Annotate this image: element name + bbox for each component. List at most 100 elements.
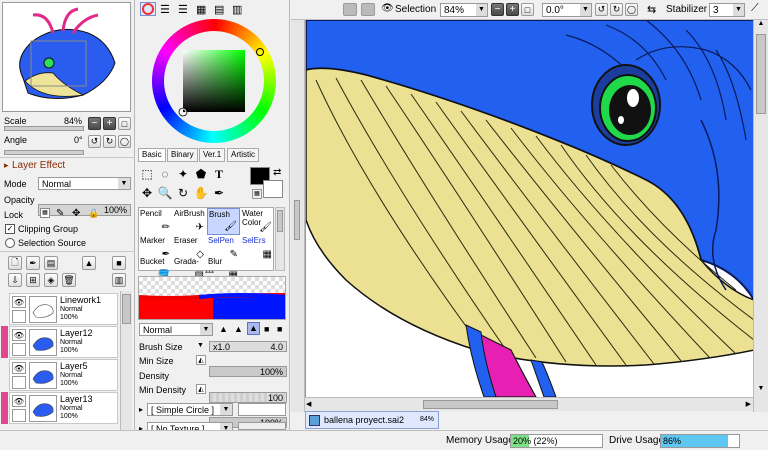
swatches-mode-icon[interactable]: ▦ — [196, 3, 206, 16]
hardness-1-icon[interactable]: ▲ — [219, 324, 228, 334]
layer-select-box[interactable] — [12, 409, 26, 422]
zoom-in-button[interactable]: + — [506, 3, 519, 16]
scroll-right-icon[interactable]: ▶ — [746, 400, 751, 408]
toolbar-blank-button[interactable] — [361, 3, 375, 16]
scratchpad-mode-icon[interactable]: ▤ — [214, 3, 224, 16]
lock-paint-icon[interactable]: ✎ — [56, 208, 64, 219]
hardness-3-icon[interactable]: ▲ — [247, 322, 260, 335]
hardness-2-icon[interactable]: ▲ — [234, 324, 243, 334]
layer-visibility-eye-icon[interactable]: 👁 — [12, 296, 26, 308]
layer-scroll-thumb[interactable] — [122, 294, 131, 324]
shape-icon[interactable]: ⬟ — [193, 166, 209, 182]
color-tab-ver-1[interactable]: Ver.1 — [199, 148, 226, 162]
lock-transparency-icon[interactable]: ▦ — [40, 208, 50, 218]
clipping-group-label[interactable]: Clipping Group — [18, 224, 78, 234]
rotate-right-icon[interactable]: ↻ — [610, 3, 623, 16]
opacity-slider[interactable]: 100% — [38, 204, 131, 216]
scroll-down-icon[interactable]: ▼ — [756, 385, 766, 397]
clear-layer-icon[interactable]: ◈ — [44, 273, 58, 287]
brush-brush[interactable]: Brush 🖌 — [207, 208, 240, 235]
color-wheel-mode-icon[interactable] — [140, 2, 156, 16]
hsv-slider-mode-icon[interactable]: ☰ — [178, 3, 188, 16]
rotation-select[interactable]: 0.0° ▼ — [542, 3, 592, 17]
toolbar-blank-button[interactable] — [343, 3, 357, 16]
clipping-group-checkbox[interactable]: ✓ — [5, 224, 15, 234]
zoom-reset-button[interactable]: □ — [118, 117, 131, 130]
brush-water-color[interactable]: Water Color 🖌 — [241, 208, 274, 235]
new-linework-icon[interactable]: ✒ — [26, 256, 40, 270]
shape-expand-icon[interactable]: ▸ — [139, 405, 143, 414]
zoom-icon[interactable]: 🔍 — [157, 185, 173, 201]
mixer-mode-icon[interactable]: ▥ — [232, 3, 242, 16]
layer-mask-icon[interactable]: ▲ — [82, 256, 96, 270]
selection-source-label[interactable]: Selection Source — [18, 238, 86, 248]
zoom-reset-button[interactable]: □ — [521, 3, 534, 16]
magic-wand-icon[interactable]: ✦ — [175, 166, 191, 182]
navigator-preview[interactable] — [2, 2, 131, 112]
document-tab[interactable]: ballena proyect.sai2 84% — [305, 411, 439, 429]
color-tab-artistic[interactable]: Artistic — [227, 148, 259, 162]
layer-visibility-eye-icon[interactable]: 👁 — [12, 395, 26, 407]
brush-selers[interactable]: SelErs ▦ — [241, 235, 274, 262]
layer-visibility-eye-icon[interactable]: 👁 — [12, 329, 26, 341]
scroll-up-icon[interactable]: ▲ — [756, 20, 766, 32]
rotate-right-icon[interactable]: ↻ — [103, 135, 116, 148]
vertical-scroll-thumb[interactable] — [756, 34, 766, 114]
lasso-icon[interactable]: ◌ — [157, 166, 173, 182]
selection-source-checkbox[interactable] — [5, 238, 15, 248]
layer-row[interactable]: 👁 Layer5 Normal 100% — [9, 359, 118, 391]
select-rect-icon[interactable]: ⬚ — [139, 166, 155, 182]
color-tab-binary[interactable]: Binary — [167, 148, 198, 162]
new-folder-icon[interactable]: ▤ — [44, 256, 58, 270]
lock-all-icon[interactable]: 🔒 — [88, 208, 99, 219]
brush-shape-select[interactable]: [ Simple Circle ] ▼ — [147, 403, 233, 416]
layer-effect-title[interactable]: Layer Effect — [12, 160, 65, 171]
drawing-canvas[interactable] — [305, 20, 753, 397]
brush-mode-select[interactable]: Normal ▼ — [139, 323, 213, 336]
add-icon[interactable]: ⊞ — [26, 273, 40, 287]
mode-select[interactable]: Normal ▼ — [38, 177, 131, 190]
rotate-reset-icon[interactable]: ◯ — [625, 3, 638, 16]
rotate-tool-icon[interactable]: ↻ — [175, 185, 191, 201]
layer-visibility-eye-icon[interactable]: 👁 — [12, 362, 26, 374]
brush-shape-strength[interactable] — [238, 403, 286, 416]
scale-slider[interactable] — [4, 126, 84, 131]
stabilizer-select[interactable]: 3 ▼ — [709, 3, 745, 17]
layer-row[interactable]: 👁 Linework1 Normal 100% — [9, 293, 118, 325]
lock-move-icon[interactable]: ✥ — [72, 208, 80, 219]
zoom-out-button[interactable]: − — [88, 117, 101, 130]
layer-list-scrollbar[interactable] — [120, 291, 132, 430]
panel-splitter[interactable] — [291, 20, 305, 412]
pen-pressure-icon[interactable]: ⟋ — [751, 2, 759, 15]
new-layer-icon[interactable]: 🗋 — [8, 256, 22, 270]
density-slider[interactable]: 100 — [209, 392, 287, 403]
selection-label[interactable]: Selection — [395, 4, 436, 15]
rotate-reset-icon[interactable]: ◯ — [118, 135, 131, 148]
horizontal-scroll-thumb[interactable] — [423, 400, 558, 409]
brush-texture-strength[interactable] — [238, 422, 286, 430]
rotate-left-icon[interactable]: ↺ — [88, 135, 101, 148]
transparent-color-icon[interactable]: ▦ — [252, 189, 262, 199]
min-density-pressure-icon[interactable]: ◭ — [196, 384, 206, 394]
hardness-5-icon[interactable]: ■ — [277, 324, 282, 334]
brush-grid-scrollbar[interactable] — [275, 207, 285, 271]
layer-effect-arrow-icon[interactable]: ▸ — [4, 160, 9, 171]
move-icon[interactable]: ✥ — [139, 185, 155, 201]
layer-select-box[interactable] — [12, 310, 26, 323]
layer-select-box[interactable] — [12, 343, 26, 356]
eyedropper-icon[interactable]: ✒ — [211, 185, 227, 201]
layer-row[interactable]: 👁 Layer12 Normal 100% — [9, 326, 118, 358]
zoom-in-button[interactable]: + — [103, 117, 116, 130]
color-tab-basic[interactable]: Basic — [138, 148, 166, 162]
layer-props-icon[interactable]: ■ — [112, 256, 126, 270]
rotate-left-icon[interactable]: ↺ — [595, 3, 608, 16]
merge-down-icon[interactable]: ⇩ — [8, 273, 22, 287]
eye-icon[interactable]: 👁 — [381, 3, 394, 14]
hand-icon[interactable]: ✋ — [193, 185, 209, 201]
angle-slider[interactable] — [4, 150, 84, 155]
grip-icon[interactable]: ▴▴▴ — [205, 268, 214, 275]
brush-airbrush[interactable]: AirBrush ✈ — [173, 208, 206, 235]
zoom-select[interactable]: 84% ▼ — [440, 3, 488, 17]
brush-scroll-thumb[interactable] — [277, 210, 283, 232]
rgb-slider-mode-icon[interactable]: ☰ — [160, 3, 170, 16]
